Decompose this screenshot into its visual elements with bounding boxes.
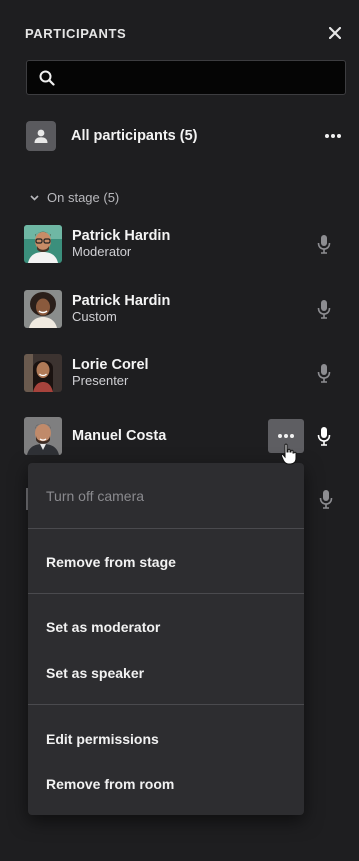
panel-header: PARTICIPANTS — [25, 22, 345, 44]
search-icon — [39, 70, 55, 86]
microphone-icon[interactable] — [316, 363, 332, 383]
participant-name: Lorie Corel — [72, 357, 149, 373]
chevron-down-icon — [30, 194, 39, 201]
participant-row[interactable]: Lorie Corel Presenter — [24, 353, 344, 393]
participant-name: Manuel Costa — [72, 428, 167, 444]
search-box[interactable] — [26, 60, 346, 95]
microphone-icon[interactable] — [318, 489, 334, 509]
participant-info: Patrick Hardin Custom — [72, 293, 170, 325]
avatar — [24, 354, 62, 392]
section-label: On stage (5) — [47, 190, 120, 205]
participant-role: Presenter — [72, 373, 129, 388]
on-stage-section-toggle[interactable]: On stage (5) — [30, 190, 119, 205]
participant-name: Patrick Hardin — [72, 293, 171, 309]
participant-info: Lorie Corel Presenter — [72, 357, 149, 389]
participant-info: Manuel Costa — [72, 428, 166, 444]
menu-item-remove-from-room[interactable]: Remove from room — [46, 776, 174, 792]
menu-item-set-as-speaker[interactable]: Set as speaker — [46, 665, 144, 681]
avatar — [24, 225, 62, 263]
group-avatar — [26, 121, 56, 151]
panel-title: PARTICIPANTS — [25, 25, 127, 41]
all-participants-row[interactable]: All participants (5) — [26, 119, 346, 153]
menu-divider — [28, 704, 304, 705]
menu-divider — [28, 528, 304, 529]
more-icon — [325, 134, 341, 138]
user-icon — [34, 129, 48, 143]
menu-item-set-as-moderator[interactable]: Set as moderator — [46, 619, 160, 635]
participants-panel: PARTICIPANTS All participants (5) On sta… — [0, 0, 359, 861]
avatar — [24, 417, 62, 455]
all-participants-more-button[interactable] — [320, 124, 346, 148]
microphone-icon[interactable] — [316, 299, 332, 319]
avatar — [24, 290, 62, 328]
hand-cursor-icon — [280, 443, 297, 465]
all-participants-label: All participants (5) — [71, 128, 198, 144]
participant-role: Moderator — [72, 244, 132, 259]
participant-role: Custom — [72, 309, 117, 324]
menu-item-edit-permissions[interactable]: Edit permissions — [46, 731, 159, 747]
participant-context-menu: Turn off camera Remove from stage Set as… — [28, 463, 304, 815]
close-button[interactable] — [325, 23, 345, 43]
close-icon — [329, 27, 341, 39]
menu-item-remove-from-stage[interactable]: Remove from stage — [46, 554, 176, 570]
participant-row[interactable]: Patrick Hardin Moderator — [24, 224, 344, 264]
microphone-icon[interactable] — [316, 426, 332, 446]
menu-item-turn-off-camera[interactable]: Turn off camera — [46, 488, 144, 504]
search-input[interactable] — [63, 69, 345, 86]
microphone-icon[interactable] — [316, 234, 332, 254]
participant-info: Patrick Hardin Moderator — [72, 228, 170, 260]
participant-row[interactable]: Patrick Hardin Custom — [24, 289, 344, 329]
participant-name: Patrick Hardin — [72, 228, 171, 244]
more-icon — [278, 434, 294, 438]
menu-divider — [28, 593, 304, 594]
